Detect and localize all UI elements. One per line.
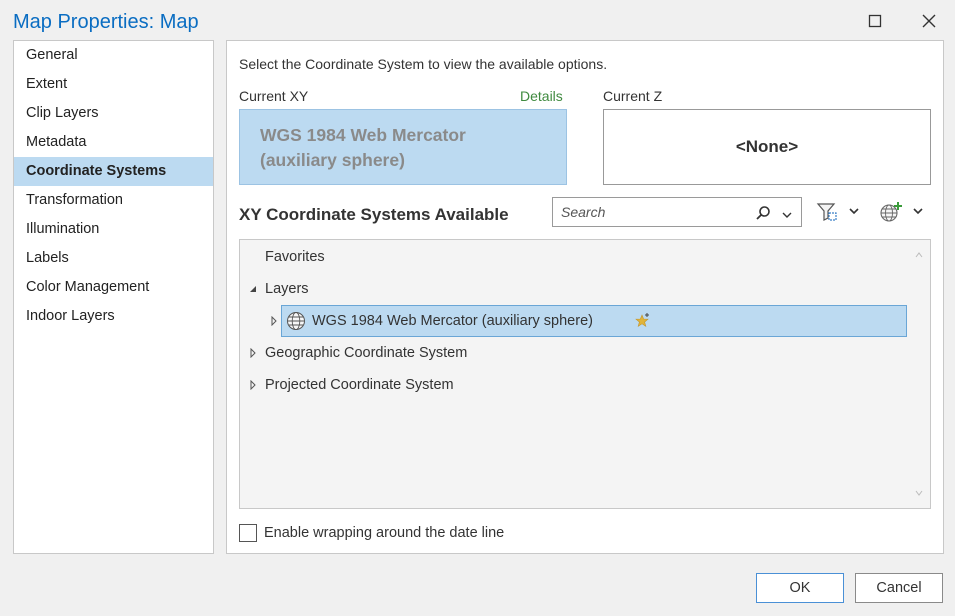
- search-dropdown-chevron-icon[interactable]: [781, 207, 793, 225]
- search-icon[interactable]: [755, 205, 771, 226]
- add-coordinate-system-button[interactable]: [879, 197, 927, 227]
- add-chevron-down-icon: [913, 208, 923, 215]
- sidebar-item-illumination[interactable]: Illumination: [14, 215, 213, 244]
- current-z-value: <None>: [735, 137, 799, 156]
- cancel-button[interactable]: Cancel: [855, 573, 943, 603]
- sidebar-item-transformation[interactable]: Transformation: [14, 186, 213, 215]
- sidebar-item-clip-layers[interactable]: Clip Layers: [14, 99, 213, 128]
- tree-item-projected-label: Projected Coordinate System: [265, 377, 454, 393]
- filter-icon: [816, 203, 837, 221]
- wrap-dateline-label[interactable]: Enable wrapping around the date line: [264, 525, 504, 541]
- filter-chevron-down-icon: [849, 208, 859, 215]
- sidebar-item-indoor-layers[interactable]: Indoor Layers: [14, 302, 213, 331]
- tree-item-favorites-label: Favorites: [265, 249, 325, 265]
- maximize-button[interactable]: [858, 8, 892, 34]
- tree-item-layers[interactable]: Layers: [246, 277, 446, 301]
- sidebar-item-extent[interactable]: Extent: [14, 70, 213, 99]
- window-title: Map Properties: Map: [13, 11, 199, 33]
- available-systems-heading: XY Coordinate Systems Available: [239, 205, 509, 224]
- tree-item-layers-label: Layers: [265, 281, 309, 297]
- ok-button[interactable]: OK: [756, 573, 844, 603]
- tree-item-geographic-label: Geographic Coordinate System: [265, 345, 468, 361]
- current-xy-box[interactable]: WGS 1984 Web Mercator (auxiliary sphere): [239, 109, 567, 185]
- sidebar-item-metadata[interactable]: Metadata: [14, 128, 213, 157]
- tree-item-favorites[interactable]: Favorites: [265, 245, 325, 269]
- sidebar-item-general[interactable]: General: [14, 41, 213, 70]
- coordinate-system-tree[interactable]: Favorites Layers WGS 1984 Web Mercator (…: [239, 239, 931, 509]
- title-bar: Map Properties: Map: [0, 0, 955, 40]
- tree-item-projected[interactable]: Projected Coordinate System: [246, 373, 546, 397]
- current-z-box[interactable]: <None>: [603, 109, 931, 185]
- tree-item-wgs1984-web-mercator[interactable]: WGS 1984 Web Mercator (auxiliary sphere): [271, 305, 907, 337]
- details-link[interactable]: Details: [520, 88, 563, 104]
- wrap-dateline-checkbox[interactable]: [239, 524, 257, 542]
- tree-item-geographic[interactable]: Geographic Coordinate System: [246, 341, 546, 365]
- wrap-dateline-row[interactable]: Enable wrapping around the date line: [239, 523, 504, 543]
- collapsed-triangle-icon[interactable]: [246, 341, 260, 365]
- sidebar-nav: General Extent Clip Layers Metadata Coor…: [13, 40, 214, 554]
- instruction-text: Select the Coordinate System to view the…: [239, 56, 608, 72]
- close-icon: [922, 14, 936, 28]
- globe-icon: [286, 311, 306, 336]
- filter-button[interactable]: [815, 197, 863, 227]
- tree-item-wgs1984-label: WGS 1984 Web Mercator (auxiliary sphere): [312, 313, 593, 329]
- current-xy-label: Current XY: [239, 88, 309, 104]
- close-button[interactable]: [912, 8, 946, 34]
- sidebar-item-labels[interactable]: Labels: [14, 244, 213, 273]
- globe-add-icon: [880, 202, 902, 222]
- scroll-down-arrow-icon[interactable]: [914, 484, 924, 502]
- add-favorite-star-icon[interactable]: [634, 312, 652, 335]
- collapsed-triangle-icon[interactable]: [267, 309, 281, 333]
- collapsed-triangle-icon[interactable]: [246, 373, 260, 397]
- scroll-up-arrow-icon[interactable]: [914, 246, 924, 264]
- maximize-icon: [868, 14, 882, 28]
- sidebar-item-coordinate-systems[interactable]: Coordinate Systems: [14, 157, 213, 186]
- coordinate-systems-panel: Select the Coordinate System to view the…: [226, 40, 944, 554]
- expanded-triangle-icon[interactable]: [246, 277, 260, 301]
- sidebar-item-color-management[interactable]: Color Management: [14, 273, 213, 302]
- search-box[interactable]: [552, 197, 802, 227]
- current-z-label: Current Z: [603, 88, 663, 104]
- search-input[interactable]: [553, 198, 743, 226]
